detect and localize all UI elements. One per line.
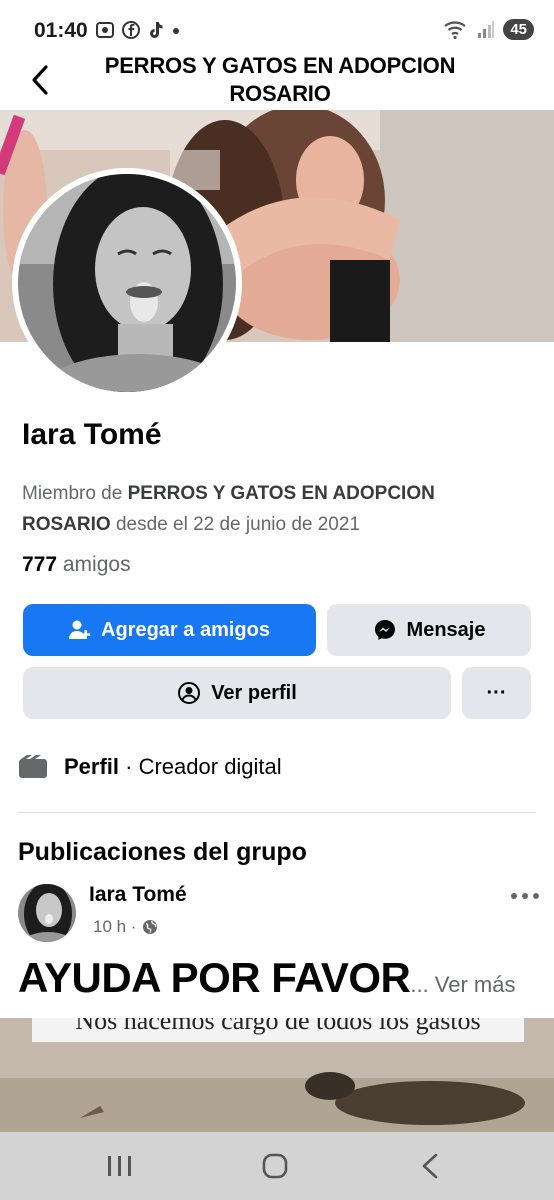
add-friend-icon xyxy=(69,620,91,639)
back-arrow-icon xyxy=(32,65,48,95)
add-friend-label: Agregar a amigos xyxy=(101,618,270,641)
header: PERROS Y GATOS EN ADOPCION ROSARIO xyxy=(0,50,554,110)
globe-icon xyxy=(143,920,158,934)
profile-type-label: Perfil xyxy=(64,754,120,779)
messenger-icon xyxy=(374,620,395,640)
friends-label: amigos xyxy=(57,553,131,576)
friends-number: 777 xyxy=(22,553,58,576)
system-navigation-bar xyxy=(0,1132,554,1200)
post-options-button[interactable] xyxy=(508,884,542,908)
post-text: AYUDA POR FAVOR... Ver más xyxy=(18,954,516,1002)
system-back-button[interactable] xyxy=(412,1150,452,1182)
profile-name: Iara Tomé xyxy=(22,418,162,451)
avatar xyxy=(18,174,236,392)
message-button[interactable]: Mensaje xyxy=(327,604,531,656)
profile-category: Creador digital xyxy=(138,754,282,779)
view-profile-label: Ver perfil xyxy=(211,681,297,704)
post-body: AYUDA POR FAVOR xyxy=(18,954,411,1001)
screenshot-icon xyxy=(96,22,114,38)
see-more-link[interactable]: ... Ver más xyxy=(410,972,515,997)
dot-icon xyxy=(173,28,179,34)
section-title: Publicaciones del grupo xyxy=(18,838,307,866)
profile-type-row: Perfil · Creador digital xyxy=(18,754,282,780)
back-chevron-icon xyxy=(422,1153,438,1179)
post-author-name[interactable]: Iara Tomé xyxy=(89,883,187,907)
profile-icon xyxy=(178,682,201,704)
battery-indicator: 45 xyxy=(503,18,534,40)
recent-apps-button[interactable] xyxy=(100,1150,140,1182)
post-time: 10 h · xyxy=(93,917,137,936)
more-options-button[interactable]: ··· xyxy=(462,667,531,719)
recent-apps-icon xyxy=(108,1156,131,1176)
profile-picture[interactable] xyxy=(12,168,242,398)
separator: · xyxy=(119,754,139,779)
member-prefix: Miembro de xyxy=(22,483,128,504)
system-icons: 45 xyxy=(443,18,534,40)
notification-icons xyxy=(95,20,181,40)
divider xyxy=(18,812,536,813)
home-icon xyxy=(262,1153,288,1179)
back-button[interactable] xyxy=(26,62,56,98)
image-caption: Nos hacemos cargo de todos los gastos xyxy=(75,1018,481,1035)
add-friend-button[interactable]: Agregar a amigos xyxy=(23,604,316,656)
post-meta: 10 h · xyxy=(93,917,158,937)
post-author-avatar[interactable] xyxy=(18,884,76,942)
wifi-icon xyxy=(444,21,466,40)
status-time: 01:40 xyxy=(34,19,88,42)
page-title: PERROS Y GATOS EN ADOPCION ROSARIO xyxy=(104,53,456,106)
post-image[interactable]: Nos hacemos cargo de todos los gastos xyxy=(0,1018,554,1132)
signal-icon xyxy=(478,21,495,38)
message-label: Mensaje xyxy=(406,618,486,641)
clapperboard-icon xyxy=(19,755,47,778)
tiktok-icon xyxy=(150,22,163,38)
home-button[interactable] xyxy=(255,1150,295,1182)
membership-info: Miembro de PERROS Y GATOS EN ADOPCION RO… xyxy=(22,478,492,540)
more-dots-icon xyxy=(511,893,539,899)
friends-count[interactable]: 777 amigos xyxy=(22,553,131,577)
more-icon: ··· xyxy=(486,681,507,704)
view-profile-button[interactable]: Ver perfil xyxy=(23,667,451,719)
facebook-icon xyxy=(122,21,140,39)
member-since: desde el 22 de junio de 2021 xyxy=(110,514,361,535)
